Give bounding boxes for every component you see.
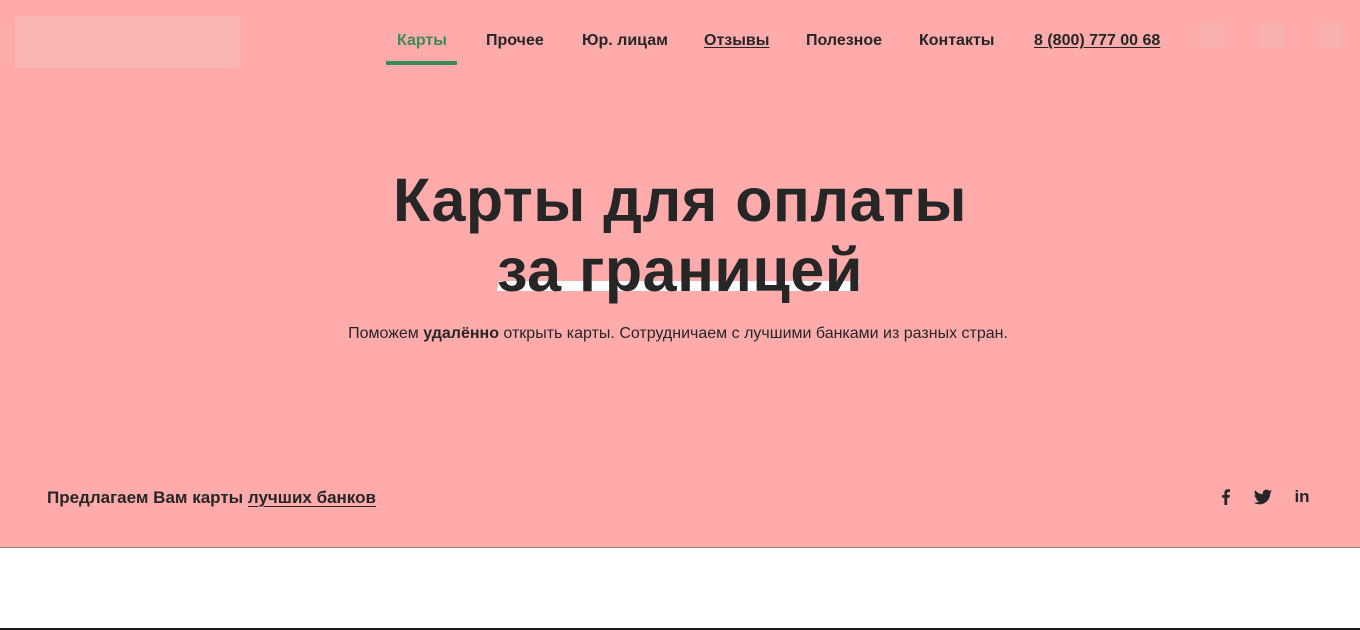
nav-item-useful[interactable]: Полезное [806,31,882,51]
linkedin-icon[interactable]: in [1291,486,1313,508]
phone-link[interactable]: 8 (800) 777 00 68 [1034,31,1160,51]
facebook-icon[interactable] [1215,486,1237,508]
header-action-icon[interactable] [1199,22,1225,48]
banks-offer: Предлагаем Вам карты лучших банков [47,487,376,509]
subtitle-emphasis: удалённо [423,325,499,342]
page-title-highlighted: за границей [497,236,863,304]
subtitle-text-end: открыть карты. Сотрудничаем с лучшими ба… [498,325,1008,342]
nav-item-other[interactable]: Прочее [486,31,544,51]
hero-section: Карты Прочее Юр. лицам Отзывы Полезное К… [0,0,1360,548]
nav-item-legal-entities[interactable]: Юр. лицам [582,31,668,51]
header-action-icon[interactable] [1258,22,1284,48]
hero-subtitle: Поможем удалённо открыть карты. Сотрудни… [0,324,1356,344]
page-title-line1: Карты для оплаты [392,166,968,234]
header-action-icon[interactable] [1318,22,1342,48]
best-banks-link[interactable]: лучших банков [248,488,376,507]
nav-item-reviews[interactable]: Отзывы [704,31,769,51]
nav-active-indicator [386,61,457,65]
offer-text: Предлагаем Вам карты [47,488,248,507]
page-title-line2: за границей [0,235,1360,305]
subtitle-text-start: Поможем [348,325,424,342]
site-logo[interactable] [15,16,240,68]
nav-item-cards[interactable]: Карты [397,31,447,51]
nav-item-contacts[interactable]: Контакты [919,31,994,51]
twitter-icon[interactable] [1252,486,1274,508]
